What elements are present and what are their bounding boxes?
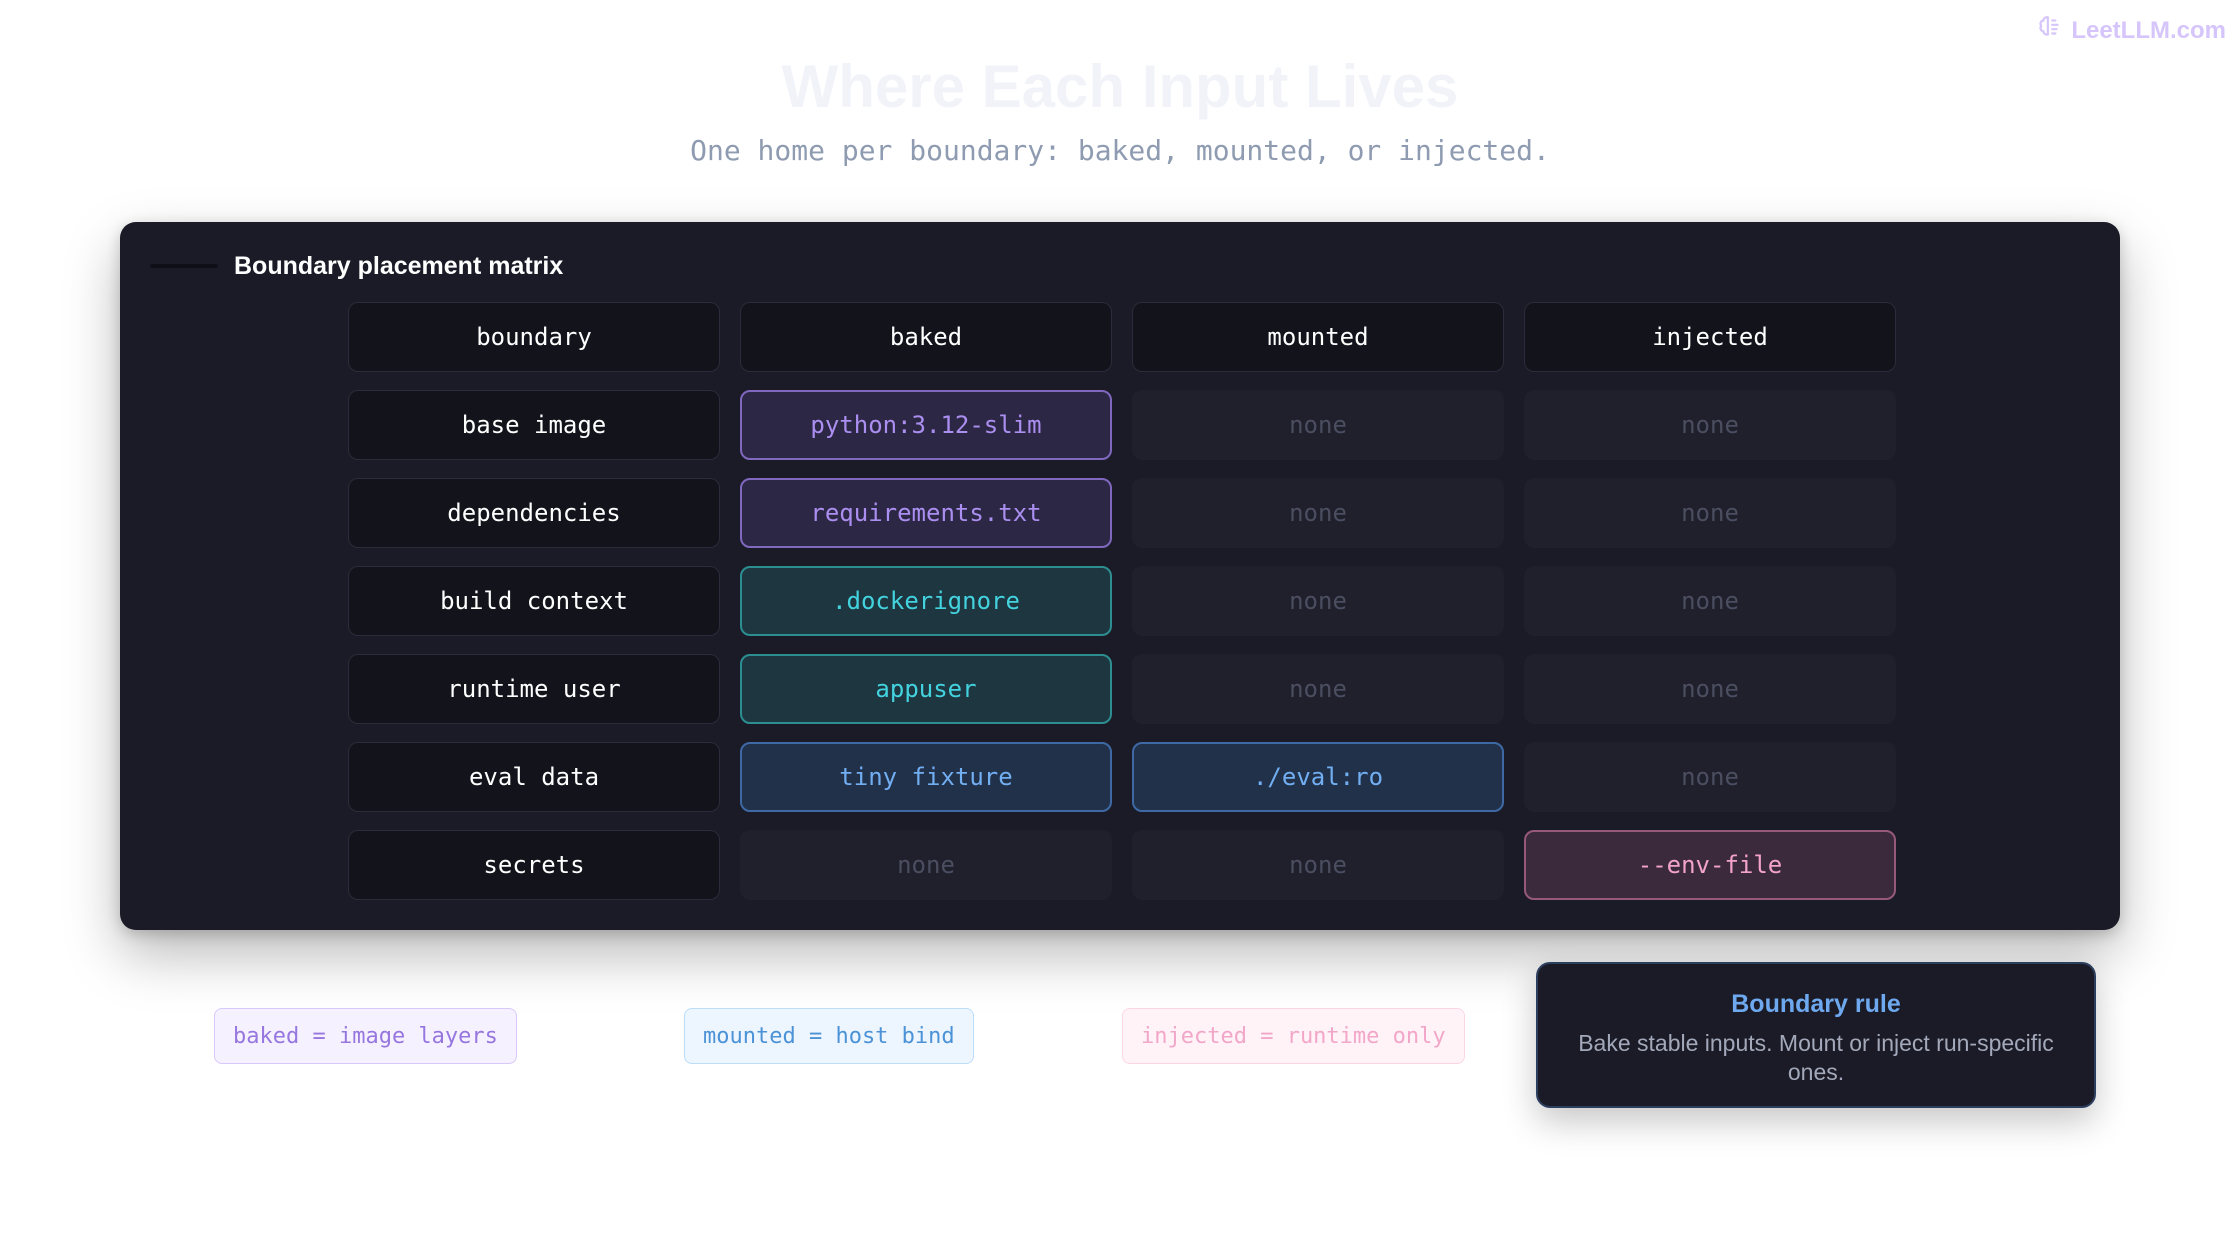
row-label-dependencies: dependencies [348,478,720,548]
cell-secrets-baked: none [740,830,1112,900]
legend-baked-chip: baked = image layers [214,1008,517,1064]
cell-build-context-baked: .dockerignore [740,566,1112,636]
panel-accent-dash [150,264,218,268]
row-label-runtime-user: runtime user [348,654,720,724]
row-label-build-context: build context [348,566,720,636]
cell-build-context-injected: none [1524,566,1896,636]
row-label-eval-data: eval data [348,742,720,812]
row-label-base-image: base image [348,390,720,460]
cell-base-image-injected: none [1524,390,1896,460]
boundary-matrix-panel: Boundary placement matrix boundary baked… [120,222,2120,930]
cell-base-image-baked: python:3.12-slim [740,390,1112,460]
cell-base-image-mounted: none [1132,390,1504,460]
cell-eval-data-mounted: ./eval:ro [1132,742,1504,812]
panel-title: Boundary placement matrix [234,252,564,280]
rule-title: Boundary rule [1731,990,1901,1018]
brand-label: LeetLLM.com [2071,16,2226,44]
cell-dependencies-mounted: none [1132,478,1504,548]
legend-mounted-chip: mounted = host bind [684,1008,974,1064]
cell-secrets-mounted: none [1132,830,1504,900]
brain-icon [2037,14,2063,47]
cell-eval-data-baked: tiny fixture [740,742,1112,812]
brand[interactable]: LeetLLM.com [2037,14,2226,47]
cell-dependencies-injected: none [1524,478,1896,548]
column-header-boundary: boundary [348,302,720,372]
page-subtitle: One home per boundary: baked, mounted, o… [690,134,1550,167]
boundary-rule-card: Boundary rule Bake stable inputs. Mount … [1536,962,2096,1108]
column-header-mounted: mounted [1132,302,1504,372]
cell-runtime-user-mounted: none [1132,654,1504,724]
cell-build-context-mounted: none [1132,566,1504,636]
legend-injected-chip: injected = runtime only [1122,1008,1465,1064]
page-title: Where Each Input Lives [781,53,1459,120]
column-header-baked: baked [740,302,1112,372]
cell-dependencies-baked: requirements.txt [740,478,1112,548]
rule-text: Bake stable inputs. Mount or inject run-… [1578,1030,2054,1085]
cell-runtime-user-baked: appuser [740,654,1112,724]
column-header-injected: injected [1524,302,1896,372]
cell-eval-data-injected: none [1524,742,1896,812]
row-label-secrets: secrets [348,830,720,900]
cell-secrets-injected: --env-file [1524,830,1896,900]
cell-runtime-user-injected: none [1524,654,1896,724]
